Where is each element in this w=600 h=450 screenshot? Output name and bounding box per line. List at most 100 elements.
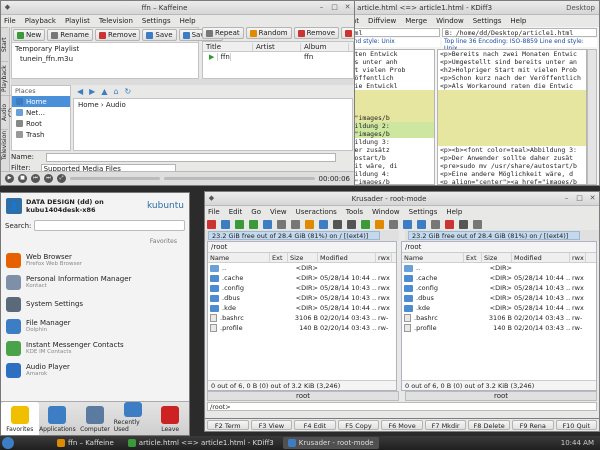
window-menu-icon[interactable]: ◆ bbox=[3, 3, 12, 12]
column-header[interactable]: Ext bbox=[270, 252, 288, 263]
file-row[interactable]: .kde <DIR> 05/28/14 10:44 ... rwx bbox=[208, 303, 396, 313]
play-button[interactable]: ▶ bbox=[5, 174, 14, 183]
side-tab[interactable]: Television bbox=[1, 129, 8, 163]
file-row[interactable]: .kde <DIR> 05/28/14 10:44 ... rwx bbox=[402, 303, 596, 313]
toolbar-button[interactable]: Repeat bbox=[202, 27, 244, 39]
menu-item[interactable]: Settings bbox=[142, 17, 171, 25]
app-entry[interactable]: Personal Information Manager Kontact bbox=[1, 271, 189, 293]
kubuntu-launcher-icon[interactable] bbox=[2, 437, 14, 449]
menu-item[interactable]: Settings bbox=[409, 208, 438, 216]
toolbar-button[interactable]: Clear bbox=[341, 27, 354, 39]
function-key-button[interactable]: F5 Copy bbox=[337, 420, 380, 430]
toolbar-button[interactable]: Random bbox=[245, 27, 292, 39]
left-path[interactable]: /root bbox=[208, 242, 396, 253]
forward-icon[interactable]: ▶ bbox=[89, 87, 95, 96]
menu-item[interactable]: Help bbox=[180, 17, 196, 25]
toolbar-icon[interactable] bbox=[221, 219, 230, 229]
diff-scrollbar[interactable] bbox=[587, 49, 597, 185]
function-key-button[interactable]: F8 Delete bbox=[468, 420, 510, 430]
back-icon[interactable]: ◀ bbox=[77, 87, 83, 96]
toolbar-icon[interactable] bbox=[235, 219, 244, 229]
places-item[interactable]: Root bbox=[12, 118, 70, 129]
menu-item[interactable]: Window bbox=[372, 208, 400, 216]
seek-slider[interactable] bbox=[164, 177, 315, 180]
places-item[interactable]: Trash bbox=[12, 129, 70, 140]
window-menu-icon[interactable]: ◆ bbox=[207, 194, 216, 203]
toolbar-icon[interactable] bbox=[473, 219, 482, 229]
app-entry[interactable]: Web Browser Firefox Web Browser bbox=[1, 249, 189, 271]
left-panel[interactable]: /root Name Ext Size Modified rwx .. <DIR> .cac… bbox=[207, 241, 397, 391]
playlist-file[interactable]: tunein_ffn.m3u bbox=[12, 55, 198, 63]
function-key-button[interactable]: F4 Edit bbox=[294, 420, 336, 430]
menu-item[interactable]: Go bbox=[251, 208, 261, 216]
menu-item[interactable]: Tools bbox=[346, 208, 363, 216]
path-b-field[interactable]: B:/home/dd/Desktop/article1.html bbox=[442, 28, 597, 37]
toolbar-icon[interactable] bbox=[333, 219, 342, 229]
file-row[interactable]: .profile 140 B 02/20/14 03:43 ... rw- bbox=[208, 323, 396, 333]
toolbar-button[interactable]: Remove bbox=[95, 29, 141, 41]
menu-item[interactable]: Window bbox=[436, 17, 464, 25]
file-row[interactable]: .profile 140 B 02/20/14 03:43 ... rw- bbox=[402, 323, 596, 333]
menu-item[interactable]: Help bbox=[446, 208, 462, 216]
kickoff-tab[interactable]: Computer bbox=[76, 402, 114, 435]
column-header[interactable]: Ext bbox=[464, 252, 482, 263]
menu-item[interactable]: File bbox=[208, 208, 220, 216]
playlist-list[interactable]: NewRenameRemoveSaveSave As Temporary Pla… bbox=[11, 27, 224, 79]
column-header[interactable]: rwx bbox=[570, 252, 586, 263]
toolbar-icon[interactable] bbox=[431, 219, 440, 229]
toolbar-icon[interactable] bbox=[263, 219, 272, 229]
file-row[interactable]: .. <DIR> bbox=[208, 263, 396, 273]
next-button[interactable]: ⏭ bbox=[44, 174, 53, 183]
home-icon[interactable]: ⌂ bbox=[113, 87, 118, 96]
file-row[interactable]: .dbus <DIR> 05/28/14 10:43 ... rwx bbox=[208, 293, 396, 303]
column-header[interactable]: Modified bbox=[318, 252, 376, 263]
file-row[interactable]: .dbus <DIR> 05/28/14 10:43 ... rwx bbox=[402, 293, 596, 303]
toolbar-icon[interactable] bbox=[389, 219, 398, 229]
playlist-row[interactable]: ▶ ffn ffn bbox=[203, 52, 353, 62]
app-entry[interactable]: File Manager Dolphin bbox=[1, 315, 189, 337]
kickoff-tab[interactable]: Favorites bbox=[1, 402, 39, 435]
column-header[interactable]: Size bbox=[288, 252, 318, 263]
right-tab[interactable]: root bbox=[405, 391, 597, 401]
close-icon[interactable]: ✕ bbox=[588, 194, 597, 203]
column-header[interactable]: rwx bbox=[376, 252, 392, 263]
kaffeine-titlebar[interactable]: ◆ ffn – Kaffeine – □ ✕ bbox=[1, 1, 354, 15]
toolbar-icon[interactable] bbox=[249, 219, 258, 229]
menu-item[interactable]: View bbox=[270, 208, 287, 216]
menu-item[interactable]: Television bbox=[99, 17, 133, 25]
menu-item[interactable]: Help bbox=[510, 17, 526, 25]
toolbar-icon[interactable] bbox=[207, 219, 216, 229]
taskbar-task[interactable]: ffn – Kaffeine bbox=[52, 437, 119, 449]
breadcrumb[interactable]: Home › Audio bbox=[74, 99, 352, 111]
app-entry[interactable]: System Settings bbox=[1, 293, 189, 315]
volume-slider[interactable] bbox=[70, 177, 160, 180]
col-artist[interactable]: Artist bbox=[253, 42, 301, 51]
maximize-icon[interactable]: □ bbox=[330, 3, 339, 12]
right-panel[interactable]: /root Name Ext Size Modified rwx .. <DIR> .cac… bbox=[401, 241, 597, 391]
reload-icon[interactable]: ↻ bbox=[125, 87, 132, 96]
col-album[interactable]: Album bbox=[301, 42, 349, 51]
kickoff-tab[interactable]: Recently Used bbox=[114, 402, 152, 435]
toolbar-icon[interactable] bbox=[305, 219, 314, 229]
krusader-titlebar[interactable]: ◆ Krusader - root-mode – □ ✕ bbox=[205, 192, 599, 206]
menu-item[interactable]: Playback bbox=[25, 17, 56, 25]
column-header[interactable]: Size bbox=[482, 252, 512, 263]
stop-button[interactable]: ■ bbox=[18, 174, 27, 183]
app-entry[interactable]: Instant Messenger Contacts KDE IM Contact… bbox=[1, 337, 189, 359]
menu-item[interactable]: Diffview bbox=[368, 17, 396, 25]
toolbar-button[interactable]: Rename bbox=[47, 29, 93, 41]
command-line[interactable]: /root> bbox=[207, 402, 597, 411]
toolbar-icon[interactable] bbox=[445, 219, 454, 229]
right-path[interactable]: /root bbox=[402, 242, 596, 253]
search-input[interactable] bbox=[34, 220, 185, 231]
col-title[interactable]: Title bbox=[203, 42, 253, 51]
function-key-button[interactable]: F10 Quit bbox=[555, 420, 598, 430]
menu-item[interactable]: Edit bbox=[229, 208, 243, 216]
file-row[interactable]: .cache <DIR> 05/28/14 10:44 ... rwx bbox=[402, 273, 596, 283]
toolbar-button[interactable]: Save bbox=[142, 29, 177, 41]
left-tab[interactable]: root bbox=[207, 391, 399, 401]
toolbar-icon[interactable] bbox=[417, 219, 426, 229]
close-icon[interactable]: ✕ bbox=[343, 3, 352, 12]
menu-item[interactable]: Playlist bbox=[65, 17, 90, 25]
toolbar-icon[interactable] bbox=[291, 219, 300, 229]
